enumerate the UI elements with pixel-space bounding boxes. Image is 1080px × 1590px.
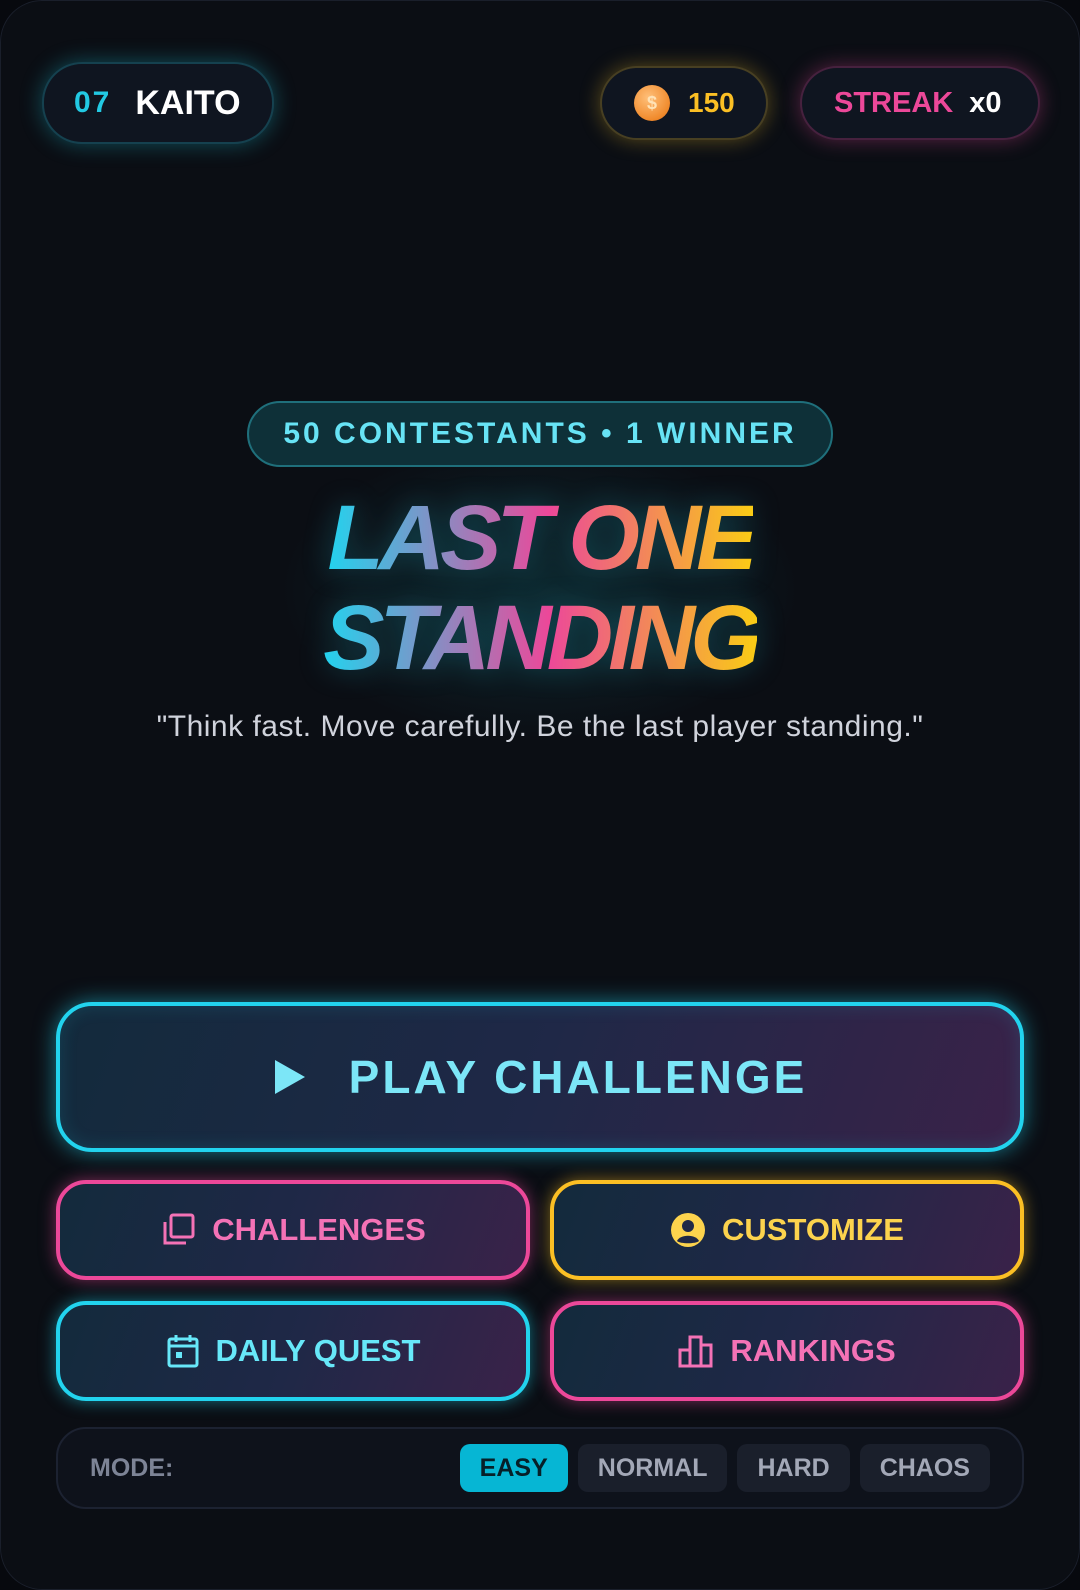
game-title-line-1: LAST ONE: [0, 488, 1080, 588]
mode-selector: MODE: EASY NORMAL HARD CHAOS: [56, 1427, 1024, 1509]
customize-label: CUSTOMIZE: [722, 1212, 904, 1247]
mode-label: MODE:: [90, 1453, 174, 1482]
mode-option-normal[interactable]: NORMAL: [577, 1444, 728, 1492]
play-challenge-label: PLAY CHALLENGE: [348, 1051, 808, 1103]
tagline: "Think fast. Move carefully. Be the last…: [156, 710, 924, 743]
daily-quest-label: DAILY QUEST: [215, 1333, 421, 1368]
customize-button[interactable]: CUSTOMIZE: [550, 1180, 1024, 1280]
calendar-icon: [166, 1333, 200, 1369]
streak-value: x0: [969, 86, 1002, 119]
streak-counter: STREAK x0: [800, 66, 1040, 140]
streak-label: STREAK: [834, 86, 954, 119]
mode-option-hard[interactable]: HARD: [737, 1444, 850, 1492]
contestants-badge: 50 CONTESTANTS • 1 WINNER: [247, 401, 833, 467]
title-text-2: STANDING: [323, 587, 762, 689]
main-menu-screen: 07 KAITO $ 150 STREAK x0 50 CONTESTANTS …: [0, 0, 1080, 1590]
challenges-button[interactable]: CHALLENGES: [56, 1180, 530, 1280]
play-icon: [273, 1058, 307, 1096]
play-challenge-button[interactable]: PLAY CHALLENGE: [56, 1002, 1024, 1152]
player-badge: 07 KAITO: [42, 62, 274, 144]
rankings-label: RANKINGS: [730, 1333, 896, 1368]
coin-icon: $: [634, 85, 670, 121]
challenges-label: CHALLENGES: [212, 1212, 426, 1247]
coin-counter: $ 150: [600, 66, 768, 140]
rankings-button[interactable]: RANKINGS: [550, 1301, 1024, 1401]
player-name: KAITO: [135, 83, 241, 122]
user-circle-icon: [670, 1212, 706, 1248]
daily-quest-button[interactable]: DAILY QUEST: [56, 1301, 530, 1401]
podium-icon: [678, 1334, 714, 1368]
game-title-line-2: STANDING: [0, 588, 1080, 688]
mode-option-easy[interactable]: EASY: [459, 1444, 568, 1492]
player-number: 07: [74, 86, 112, 119]
coin-value: 150: [688, 87, 735, 118]
cards-icon: [160, 1212, 196, 1248]
mode-option-chaos[interactable]: CHAOS: [859, 1444, 990, 1492]
title-text-1: LAST ONE: [327, 487, 757, 589]
